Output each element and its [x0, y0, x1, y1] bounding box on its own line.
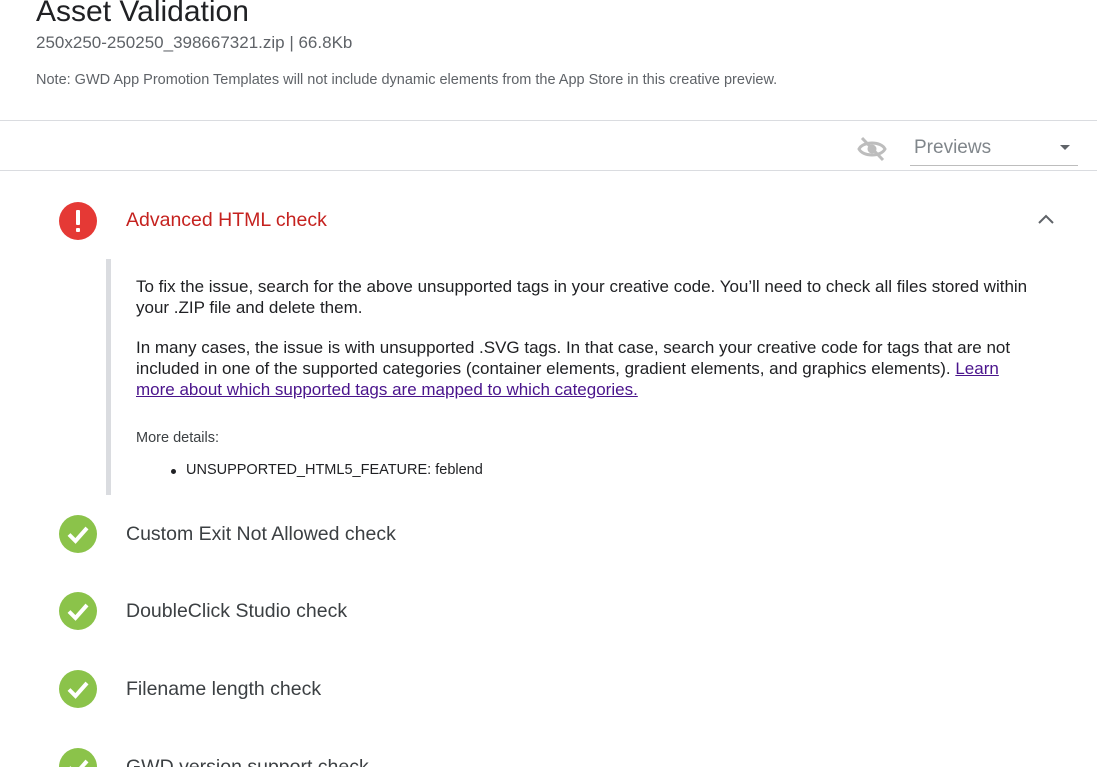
page-title: Asset Validation: [36, 0, 249, 28]
error-details-panel: To fix the issue, search for the above u…: [106, 259, 1046, 495]
check-circle-icon: [59, 670, 97, 708]
previews-label: Previews: [914, 137, 992, 158]
svg-explanation: In many cases, the issue is with unsuppo…: [136, 337, 1041, 400]
chevron-up-icon[interactable]: [1034, 208, 1058, 232]
check-label: Filename length check: [126, 678, 322, 700]
check-row-filename-length[interactable]: Filename length check: [0, 659, 1097, 719]
check-label: GWD version support check: [126, 756, 369, 767]
check-label: Custom Exit Not Allowed check: [126, 523, 396, 545]
check-label: Advanced HTML check: [126, 209, 327, 231]
detail-item: UNSUPPORTED_HTML5_FEATURE: feblend: [186, 462, 483, 478]
fix-instructions: To fix the issue, search for the above u…: [136, 277, 1028, 317]
preview-note: Note: GWD App Promotion Templates will n…: [36, 72, 778, 88]
svg-explanation-text: In many cases, the issue is with unsuppo…: [136, 338, 1011, 378]
check-row-custom-exit[interactable]: Custom Exit Not Allowed check: [0, 504, 1097, 564]
check-label: DoubleClick Studio check: [126, 600, 348, 622]
check-row-gwd-version[interactable]: GWD version support check: [0, 737, 1097, 767]
visibility-off-icon[interactable]: [856, 135, 888, 163]
check-circle-icon: [59, 515, 97, 553]
more-details-label: More details:: [136, 430, 220, 446]
dropdown-caret-icon: [1060, 145, 1070, 150]
file-info: 250x250-250250_398667321.zip | 66.8Kb: [36, 33, 353, 52]
previews-dropdown[interactable]: Previews: [910, 130, 1078, 166]
asset-validation-page: Asset Validation 250x250-250250_39866732…: [0, 0, 1097, 767]
check-circle-icon: [59, 748, 97, 767]
check-circle-icon: [59, 592, 97, 630]
error-icon: [59, 202, 97, 240]
header: Asset Validation 250x250-250250_39866732…: [0, 0, 1097, 121]
check-row-doubleclick-studio[interactable]: DoubleClick Studio check: [0, 581, 1097, 641]
check-row-advanced-html[interactable]: Advanced HTML check: [0, 190, 1097, 250]
bullet: [171, 469, 176, 474]
toolbar: Previews: [0, 121, 1097, 171]
